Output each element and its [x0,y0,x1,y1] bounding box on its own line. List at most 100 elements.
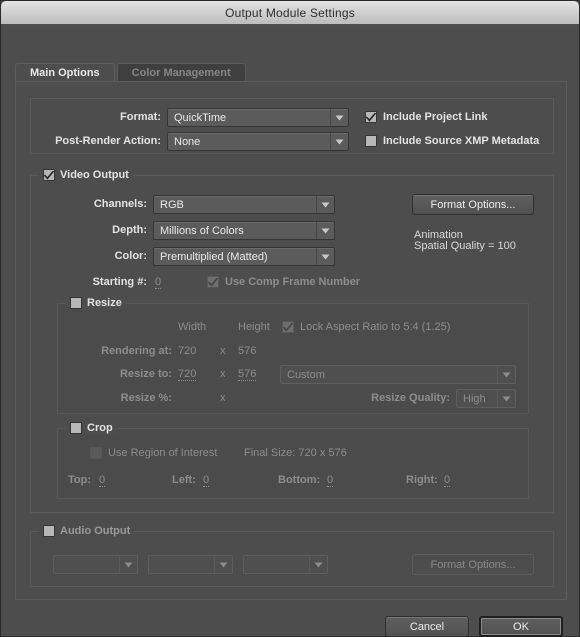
channels-label: Channels: [93,198,147,210]
color-dropdown[interactable]: Premultiplied (Matted) [153,247,335,266]
format-group: Format: QuickTime Post-Render Action: No… [30,98,554,154]
chevron-down-icon [497,366,515,383]
depth-label: Depth: [112,224,147,236]
ok-button[interactable]: OK [479,616,563,637]
include-project-link-label: Include Project Link [383,111,488,123]
video-format-options-button[interactable]: Format Options... [412,194,534,215]
resize-group: Resize Width Height Lock Aspect Ratio to… [57,297,529,414]
color-label: Color: [114,250,147,262]
cancel-button[interactable]: Cancel [385,616,469,637]
format-label: Format: [120,111,161,123]
depth-dropdown[interactable]: Millions of Colors [153,221,335,240]
crop-right-field[interactable]: 0 [444,474,451,487]
chevron-down-icon [214,556,232,573]
chevron-down-icon [330,133,348,150]
window-title: Output Module Settings [225,5,355,20]
main-options-panel: Format: QuickTime Post-Render Action: No… [15,81,567,600]
post-render-action-value: None [174,135,201,148]
starting-number-field[interactable]: 0 [155,276,162,289]
crop-left-label: Left: [172,474,196,486]
ok-button-label: OK [513,620,529,633]
color-dropdown-value: Premultiplied (Matted) [160,250,268,263]
resize-legend-label: Resize [87,297,122,309]
include-project-link-row[interactable]: Include Project Link [365,111,488,123]
resize-percent-label: Resize %: [120,392,172,404]
starting-number-label: Starting #: [92,276,147,288]
audio-channels-dropdown[interactable] [243,555,328,574]
video-output-legend-label: Video Output [60,169,129,181]
chevron-down-icon [316,222,334,239]
include-source-xmp-label: Include Source XMP Metadata [383,135,540,147]
audio-output-checkbox[interactable] [43,525,55,537]
final-size-text: Final Size: 720 x 576 [244,447,347,459]
resize-legend[interactable]: Resize [66,297,126,309]
video-output-checkbox[interactable] [43,169,55,181]
format-dropdown[interactable]: QuickTime [167,108,349,127]
output-module-settings-dialog: Output Module Settings Main Options Colo… [0,0,580,637]
crop-right-label: Right: [406,474,438,486]
crop-bottom-field[interactable]: 0 [327,474,334,487]
audio-output-legend[interactable]: Audio Output [39,525,135,537]
audio-output-group: Audio Output Format Options... [30,525,554,587]
rendering-at-width: 720 [178,345,197,357]
chevron-down-icon [309,556,327,573]
tabstrip: Main Options Color Management [15,62,246,82]
rendering-at-label: Rendering at: [101,345,172,357]
use-comp-frame-number-row[interactable]: Use Comp Frame Number [207,276,360,288]
tab-color-management-label: Color Management [131,66,231,79]
post-render-action-label: Post-Render Action: [55,135,161,147]
video-output-group: Video Output Channels: RGB Depth: Millio… [30,169,554,513]
crop-left-field[interactable]: 0 [203,474,210,487]
audio-format-options-button[interactable]: Format Options... [412,554,534,575]
crop-top-field[interactable]: 0 [99,474,106,487]
resize-preset-value: Custom [287,368,325,381]
crop-checkbox[interactable] [70,422,82,434]
rendering-at-times: x [220,345,226,357]
lock-aspect-ratio-row[interactable]: Lock Aspect Ratio to 5:4 (1.25) [282,321,450,333]
lock-aspect-ratio-checkbox[interactable] [282,321,294,333]
video-format-options-label: Format Options... [430,198,516,211]
window-titlebar: Output Module Settings [1,1,579,25]
lock-aspect-ratio-label: Lock Aspect Ratio to 5:4 (1.25) [300,321,451,333]
chevron-down-icon [497,390,515,407]
crop-legend[interactable]: Crop [66,422,117,434]
audio-depth-dropdown[interactable] [148,555,233,574]
channels-dropdown-value: RGB [160,198,184,211]
chevron-down-icon [119,556,137,573]
include-source-xmp-row[interactable]: Include Source XMP Metadata [365,135,539,147]
resize-quality-dropdown[interactable]: High [456,389,516,408]
resize-checkbox[interactable] [70,297,82,309]
tab-main-options[interactable]: Main Options [15,63,115,82]
crop-legend-label: Crop [87,422,113,434]
tab-color-management[interactable]: Color Management [116,63,246,82]
post-render-action-dropdown[interactable]: None [167,132,349,151]
depth-dropdown-value: Millions of Colors [160,224,244,237]
audio-output-legend-label: Audio Output [60,525,131,537]
use-region-of-interest-row[interactable]: Use Region of Interest [90,447,217,459]
use-comp-frame-number-checkbox[interactable] [207,276,219,288]
video-output-legend[interactable]: Video Output [39,169,133,181]
resize-width-header: Width [178,321,207,333]
audio-format-options-label: Format Options... [430,558,516,571]
use-region-of-interest-label: Use Region of Interest [108,447,218,459]
crop-top-label: Top: [68,474,92,486]
resize-preset-dropdown[interactable]: Custom [280,365,516,384]
cancel-button-label: Cancel [409,620,445,633]
dialog-body: Main Options Color Management Format: Qu… [1,25,579,637]
resize-quality-value: High [463,392,486,405]
audio-rate-dropdown[interactable] [53,555,138,574]
crop-group: Crop Use Region of Interest Final Size: … [57,422,529,499]
channels-dropdown[interactable]: RGB [153,195,335,214]
resize-to-times: x [220,368,226,380]
chevron-down-icon [316,248,334,265]
use-region-of-interest-checkbox[interactable] [90,447,102,459]
include-project-link-checkbox[interactable] [365,111,377,123]
include-source-xmp-checkbox[interactable] [365,135,377,147]
resize-to-label: Resize to: [120,368,172,380]
resize-quality-label: Resize Quality: [371,392,450,404]
resize-height-header: Height [238,321,270,333]
resize-to-width-field[interactable]: 720 [178,368,197,381]
chevron-down-icon [316,196,334,213]
chevron-down-icon [330,109,348,126]
resize-to-height-field[interactable]: 576 [238,368,257,381]
